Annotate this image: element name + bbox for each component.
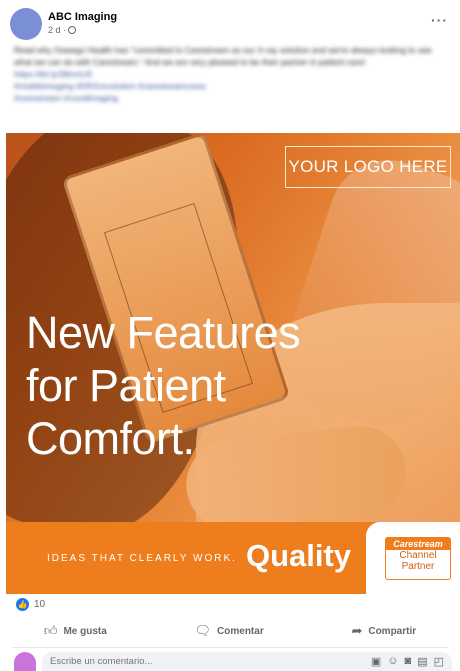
caption-link[interactable]: https://bit.ly/38mnLl5 — [14, 68, 446, 80]
hashtags-line-1[interactable]: #mobileimaging #DRXrevolution #carestrea… — [14, 80, 446, 92]
comment-button[interactable]: 🗨︎ Comentar — [195, 623, 264, 639]
ad-image[interactable]: YOUR LOGO HERE New Features for Patient … — [6, 133, 460, 522]
ad-banner[interactable]: IDEAS THAT CLEARLY WORK. Quality Carestr… — [6, 522, 460, 594]
like-button[interactable]: 👍︎ Me gusta — [44, 623, 107, 639]
partner-badge: Carestream Channel Partner — [366, 522, 460, 594]
headline-line-3: Comfort. — [26, 413, 195, 464]
comment-bubble-icon: 🗨︎ — [194, 623, 212, 638]
logo-placeholder: YOUR LOGO HERE — [285, 146, 451, 188]
post-caption: Read why Oswego Health has "committed to… — [14, 44, 446, 104]
carestream-logo: Carestream Channel Partner — [385, 537, 451, 580]
ad-headline: New Features for Patient Comfort. — [26, 306, 301, 465]
comment-label: Comentar — [217, 625, 264, 637]
divider — [12, 647, 448, 648]
globe-icon — [68, 26, 77, 34]
author-name[interactable]: ABC Imaging — [48, 11, 117, 23]
partner-line-1: Channel — [399, 550, 437, 561]
user-avatar — [14, 652, 36, 671]
gif-icon[interactable]: ▤ — [417, 655, 427, 668]
share-button[interactable]: ➦ Compartir — [351, 623, 416, 639]
post-timestamp[interactable]: 2 d · — [48, 25, 77, 35]
comment-tools: ▣ ☺ ◙ ▤ ◰ — [371, 655, 444, 668]
emoji-icon[interactable]: ☺ — [387, 655, 398, 668]
partner-brand: Carestream — [386, 538, 450, 550]
avatar-sticker-icon[interactable]: ◰ — [434, 655, 444, 668]
like-label: Me gusta — [63, 625, 107, 637]
reaction-summary[interactable]: 👍 10 — [16, 597, 45, 611]
post-actions: 👍︎ Me gusta 🗨︎ Comentar ➦ Compartir — [0, 618, 460, 644]
share-label: Compartir — [368, 625, 417, 637]
post-time[interactable]: 2 d · — [48, 25, 66, 35]
thumbs-up-icon: 👍 — [16, 597, 29, 611]
ad-quality-word: Quality — [246, 538, 352, 573]
headline-line-2: for Patient — [26, 360, 226, 411]
hashtags-line-2[interactable]: #carestream #covidimaging — [14, 92, 446, 104]
ad-tagline: IDEAS THAT CLEARLY WORK. — [47, 553, 237, 564]
caption-text: Read why Oswego Health has "committed to… — [14, 45, 432, 67]
post-header: ABC Imaging 2 d · ··· — [0, 0, 460, 42]
comment-composer: ▣ ☺ ◙ ▤ ◰ — [0, 652, 460, 671]
reaction-count: 10 — [34, 598, 46, 610]
thumbs-up-outline-icon: 👍︎ — [43, 623, 58, 638]
sticker-icon[interactable]: ▣ — [371, 655, 381, 668]
partner-line-2: Partner — [401, 561, 435, 572]
headline-line-1: New Features — [26, 307, 301, 358]
more-options-icon[interactable]: ··· — [431, 12, 448, 28]
share-arrow-icon: ➦ — [351, 623, 363, 638]
author-avatar[interactable] — [10, 8, 42, 40]
camera-icon[interactable]: ◙ — [405, 655, 412, 668]
